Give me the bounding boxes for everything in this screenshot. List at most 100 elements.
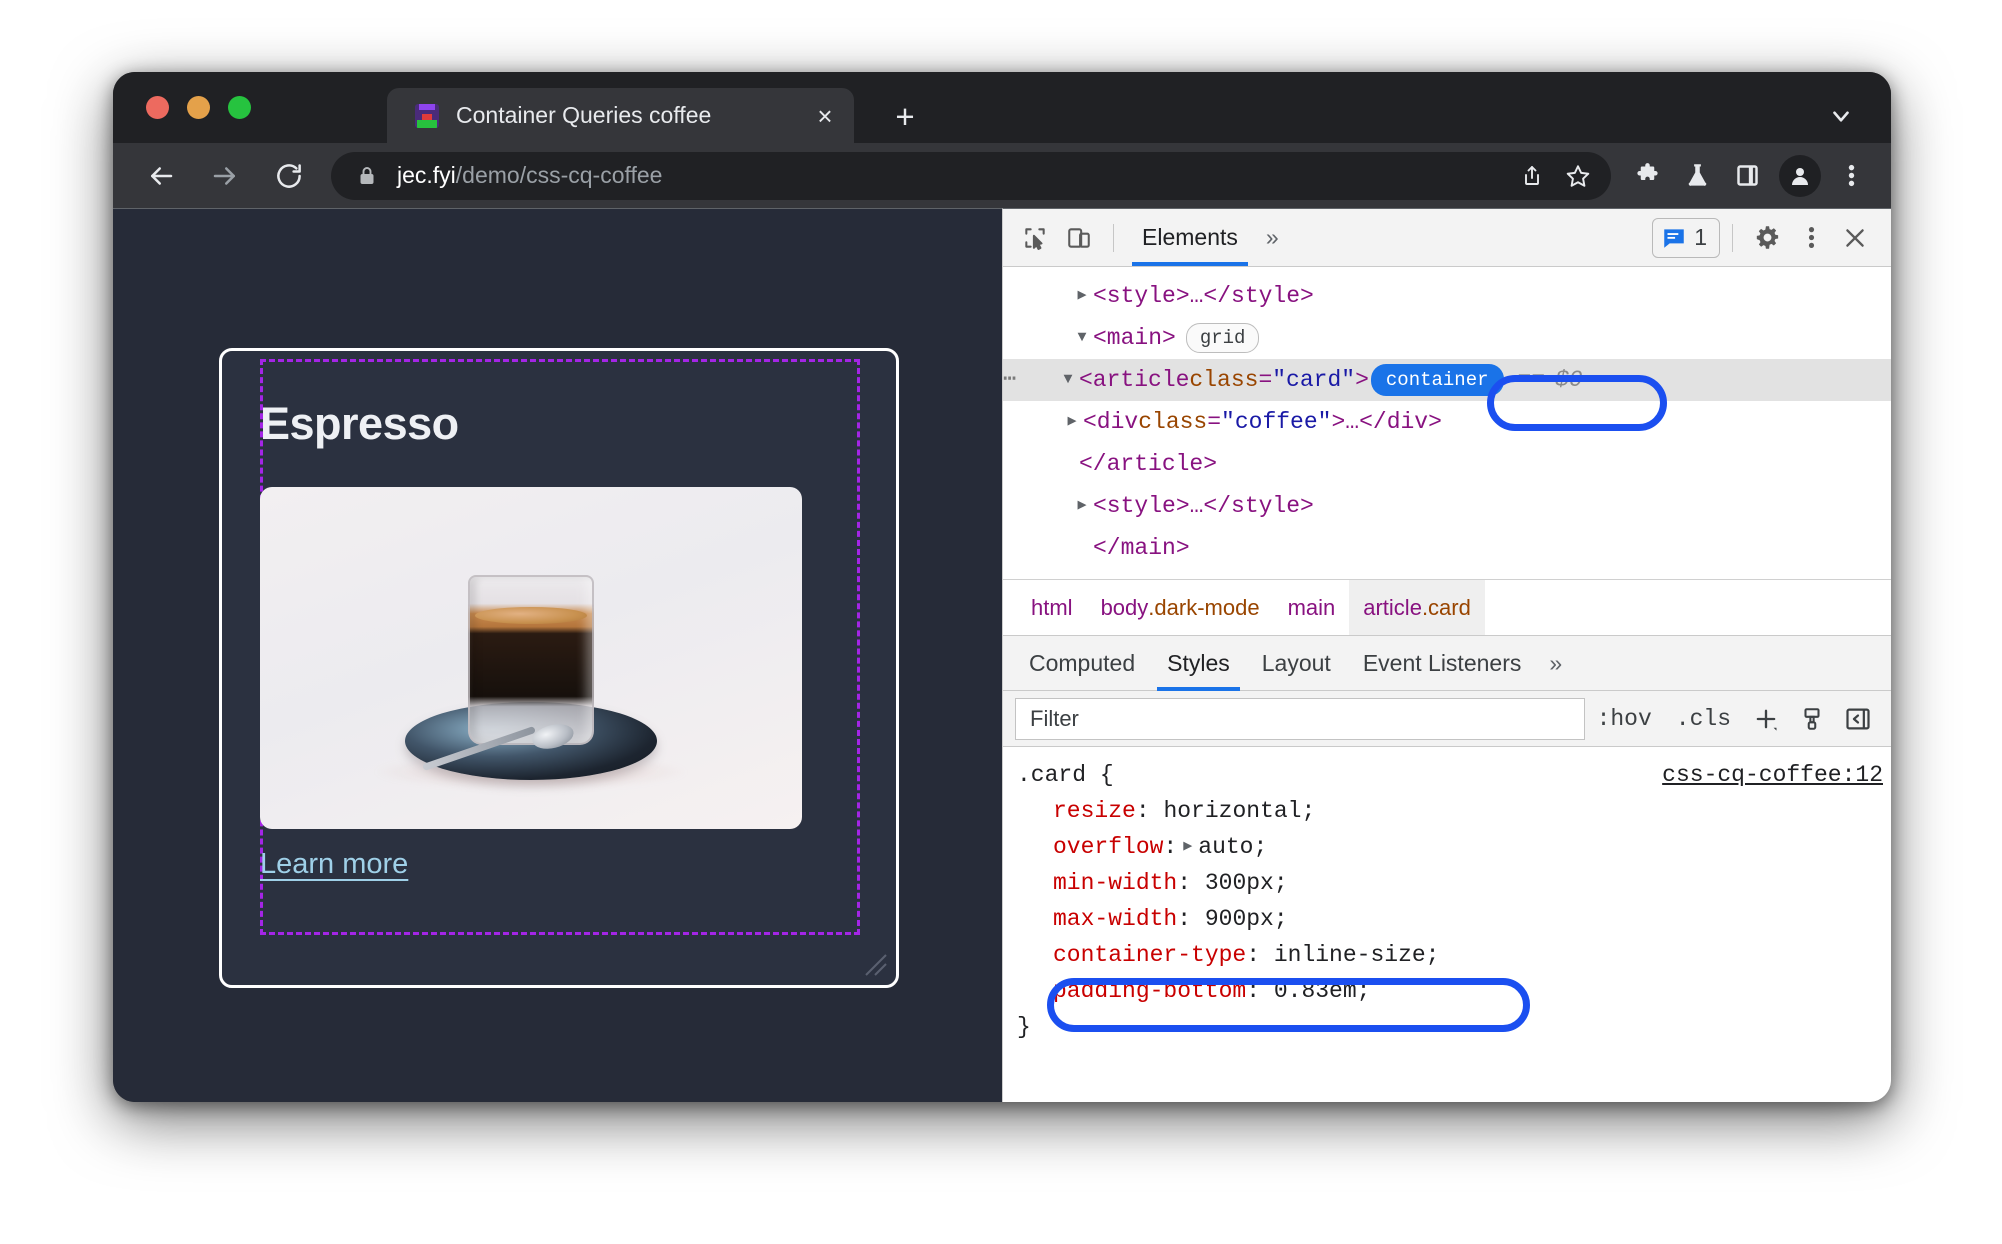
espresso-glass xyxy=(468,575,594,745)
share-icon[interactable] xyxy=(1509,153,1555,199)
dom-node-style-open[interactable]: ▶ <style>…</style> xyxy=(1003,275,1891,317)
minimize-window-button[interactable] xyxy=(187,96,210,119)
arrow-left-icon[interactable] xyxy=(135,150,187,202)
close-window-button[interactable] xyxy=(146,96,169,119)
css-value[interactable]: horizontal; xyxy=(1163,793,1315,829)
breadcrumb-tag: html xyxy=(1031,594,1073,620)
content-area: Espresso Learn more Elements » 1 ▶ <styl… xyxy=(113,208,1891,1102)
breadcrumb-item-body[interactable]: body .dark-mode xyxy=(1087,580,1274,635)
dom-node-main-open[interactable]: ▼ <main> grid xyxy=(1003,317,1891,359)
css-property[interactable]: resize xyxy=(1017,793,1136,829)
maximize-window-button[interactable] xyxy=(228,96,251,119)
css-declaration-min-width[interactable]: min-width: 300px; xyxy=(1003,865,1891,901)
css-source-link[interactable]: css-cq-coffee:12 xyxy=(1662,757,1883,793)
browser-toolbar: jec.fyi/demo/css-cq-coffee xyxy=(113,143,1891,208)
kebab-menu-icon[interactable] xyxy=(1827,152,1875,200)
css-selector[interactable]: .card { xyxy=(1017,757,1114,793)
reload-icon[interactable] xyxy=(263,150,315,202)
devtools-toolbar-right: 1 xyxy=(1652,216,1877,260)
browser-tab[interactable]: Container Queries coffee × xyxy=(387,88,854,143)
tab-elements[interactable]: Elements xyxy=(1126,210,1254,266)
breadcrumb-item-main[interactable]: main xyxy=(1274,580,1350,635)
styles-tabs-overflow-icon[interactable]: » xyxy=(1537,650,1574,677)
tab-layout[interactable]: Layout xyxy=(1246,635,1347,691)
dom-node-ellipsis[interactable]: … xyxy=(1345,401,1359,443)
css-declaration-overflow[interactable]: overflow: ▶ auto; xyxy=(1003,829,1891,865)
expand-twisty-icon[interactable]: ▶ xyxy=(1071,485,1093,527)
inspect-element-icon[interactable] xyxy=(1013,216,1057,260)
close-icon[interactable] xyxy=(1833,216,1877,260)
breadcrumb-tag: article xyxy=(1363,594,1422,620)
address-bar-url: jec.fyi/demo/css-cq-coffee xyxy=(397,162,1509,189)
css-property[interactable]: container-type xyxy=(1017,937,1246,973)
new-tab-button[interactable]: + xyxy=(885,96,925,136)
learn-more-link[interactable]: Learn more xyxy=(260,848,408,881)
css-declaration-resize[interactable]: resize: horizontal; xyxy=(1003,793,1891,829)
tab-computed[interactable]: Computed xyxy=(1013,635,1151,691)
resize-handle-icon[interactable] xyxy=(862,951,888,977)
tab-styles[interactable]: Styles xyxy=(1151,635,1246,691)
css-value[interactable]: 0.83em; xyxy=(1274,973,1371,1009)
css-declaration-max-width[interactable]: max-width: 900px; xyxy=(1003,901,1891,937)
css-value[interactable]: inline-size; xyxy=(1274,937,1440,973)
dom-node-div-coffee[interactable]: ▶ <div class = "coffee" > … </div> xyxy=(1003,401,1891,443)
expand-twisty-icon[interactable]: ▶ xyxy=(1071,275,1093,317)
styles-rules-pane[interactable]: .card { css-cq-coffee:12 resize: horizon… xyxy=(1003,747,1891,1102)
collapse-twisty-icon[interactable]: ▼ xyxy=(1071,317,1093,359)
flask-icon[interactable] xyxy=(1673,152,1721,200)
dom-node-style-second[interactable]: ▶ <style>…</style> xyxy=(1003,485,1891,527)
side-panel-icon[interactable] xyxy=(1723,152,1771,200)
panel-overflow-icon[interactable]: » xyxy=(1254,224,1291,251)
css-property[interactable]: max-width xyxy=(1017,901,1177,937)
address-bar[interactable]: jec.fyi/demo/css-cq-coffee xyxy=(331,151,1611,200)
css-property[interactable]: min-width xyxy=(1017,865,1177,901)
sidebar-toggle-icon[interactable] xyxy=(1835,696,1881,742)
hov-toggle[interactable]: :hov xyxy=(1585,706,1664,732)
arrow-right-icon[interactable] xyxy=(199,150,251,202)
message-count: 1 xyxy=(1694,224,1707,250)
dom-node-article-close[interactable]: ▸ </article> xyxy=(1003,443,1891,485)
css-property[interactable]: overflow xyxy=(1017,829,1163,865)
collapse-twisty-icon[interactable]: ▼ xyxy=(1057,359,1079,401)
url-path: /demo/css-cq-coffee xyxy=(455,162,663,188)
star-icon[interactable] xyxy=(1555,153,1601,199)
css-value[interactable]: 300px; xyxy=(1205,865,1288,901)
dom-node-text: </article> xyxy=(1079,451,1218,477)
css-declaration-padding-bottom[interactable]: padding-bottom: 0.83em; xyxy=(1003,973,1891,1009)
breadcrumb-tag: main xyxy=(1287,594,1336,620)
breadcrumb-item-article[interactable]: article .card xyxy=(1349,580,1485,635)
tab-close-icon[interactable]: × xyxy=(804,95,846,137)
paint-bucket-icon[interactable] xyxy=(1789,696,1835,742)
container-badge[interactable]: container xyxy=(1370,364,1504,396)
filter-input[interactable]: Filter xyxy=(1015,697,1585,740)
web-page-viewport: Espresso Learn more xyxy=(113,208,1002,1102)
expand-value-icon[interactable]: ▶ xyxy=(1177,829,1198,865)
css-value[interactable]: auto; xyxy=(1198,829,1267,865)
tab-event-listeners[interactable]: Event Listeners xyxy=(1347,635,1538,691)
twisty-spacer: ▸ xyxy=(1057,443,1079,485)
dom-node-tag-open: <article xyxy=(1079,367,1190,393)
chevron-down-icon[interactable] xyxy=(1819,94,1863,138)
expand-twisty-icon[interactable]: ▶ xyxy=(1061,401,1083,443)
css-declaration-container-type[interactable]: container-type: inline-size; xyxy=(1003,937,1891,973)
message-counter[interactable]: 1 xyxy=(1652,217,1720,258)
kebab-menu-icon[interactable] xyxy=(1789,216,1833,260)
device-toolbar-icon[interactable] xyxy=(1057,216,1101,260)
browser-window: Container Queries coffee × + jec.fyi/dem… xyxy=(113,72,1891,1102)
dom-node-main-close[interactable]: ▸ </main> xyxy=(1003,527,1891,569)
selected-eq-marker: == xyxy=(1517,367,1546,393)
css-value[interactable]: 900px; xyxy=(1205,901,1288,937)
coffee-card[interactable]: Espresso Learn more xyxy=(219,348,899,988)
breadcrumb-class: .card xyxy=(1421,594,1471,620)
plus-icon[interactable] xyxy=(1743,696,1789,742)
row-more-dots-icon[interactable]: ⋯ xyxy=(1003,359,1057,401)
gear-icon[interactable] xyxy=(1745,216,1789,260)
dom-node-article-card[interactable]: ⋯ ▼ <article class = "card" > container … xyxy=(1003,359,1891,401)
puzzle-icon[interactable] xyxy=(1623,152,1671,200)
profile-avatar[interactable] xyxy=(1779,154,1821,197)
breadcrumb-item-html[interactable]: html xyxy=(1017,580,1087,635)
dom-tree[interactable]: ▶ <style>…</style> ▼ <main> grid ⋯ ▼ <ar… xyxy=(1003,267,1891,579)
css-property[interactable]: padding-bottom xyxy=(1017,973,1246,1009)
cls-toggle[interactable]: .cls xyxy=(1664,706,1743,732)
grid-badge[interactable]: grid xyxy=(1185,323,1260,353)
